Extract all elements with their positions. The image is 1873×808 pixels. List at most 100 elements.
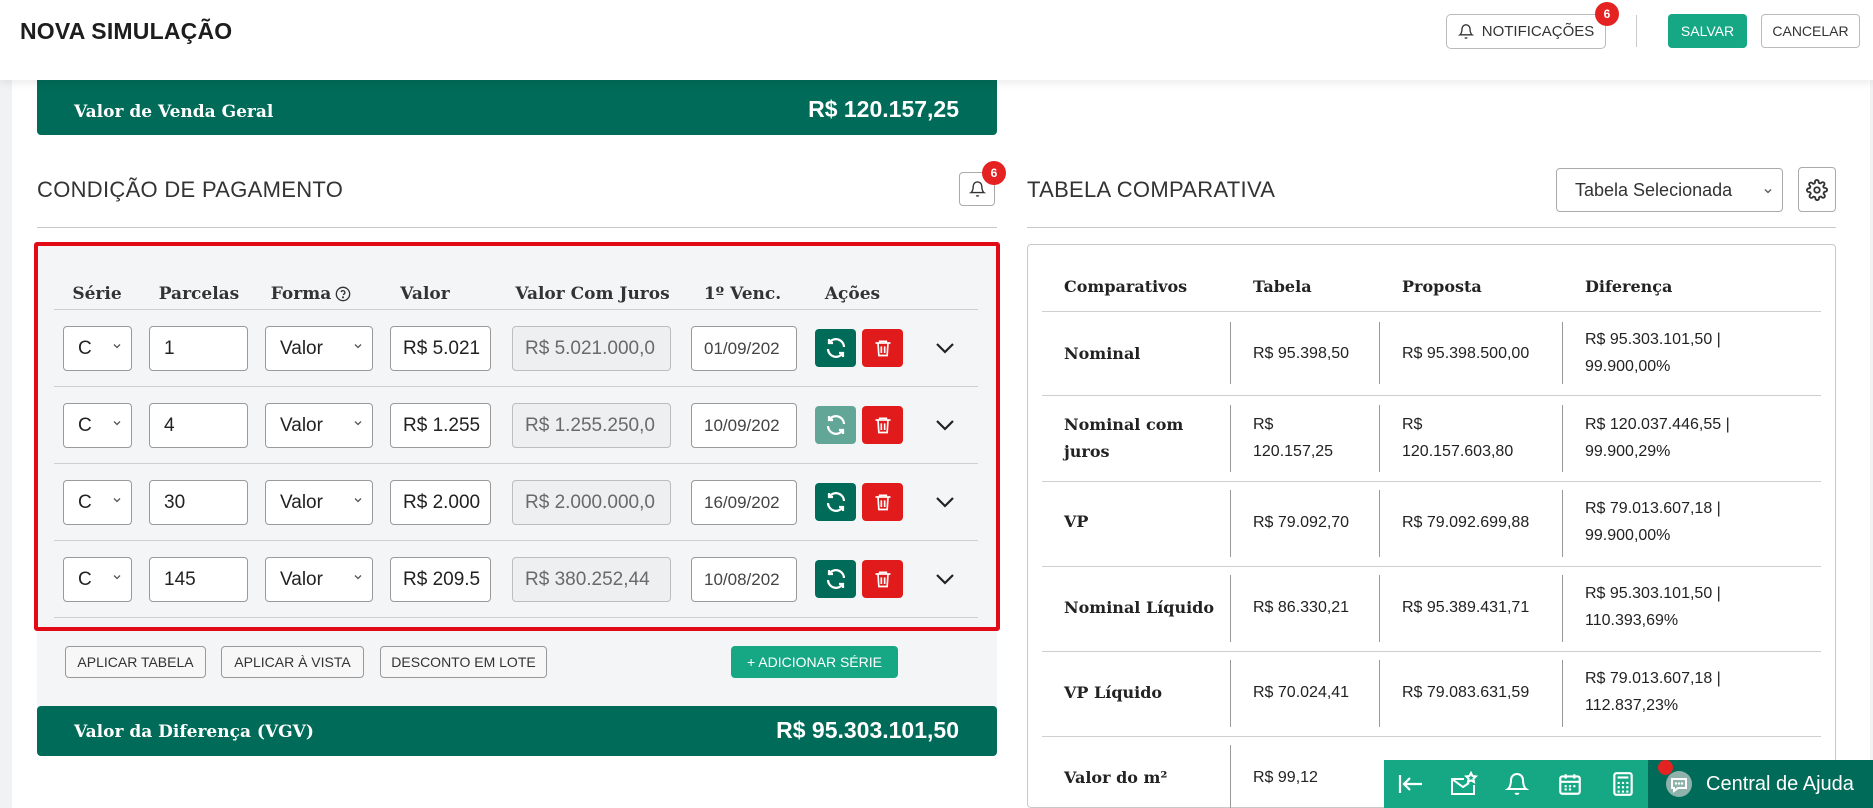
serie-value: C bbox=[78, 568, 92, 590]
batch-discount-button[interactable]: DESCONTO EM LOTE bbox=[380, 646, 547, 678]
vencimento-input[interactable]: 16/09/202 bbox=[691, 480, 797, 525]
cmp-proposta-line: 120.157.603,80 bbox=[1402, 443, 1514, 460]
cmp-col-divider bbox=[1230, 490, 1231, 557]
calculator-button[interactable] bbox=[1596, 760, 1649, 808]
cmp-tabela-line: R$ bbox=[1253, 416, 1274, 433]
row-divider bbox=[54, 540, 978, 541]
col-forma: Forma bbox=[263, 284, 359, 304]
parcelas-input[interactable]: 1 bbox=[149, 326, 248, 371]
valor-input[interactable]: R$ 1.255 bbox=[390, 403, 491, 448]
cmp-col-divider bbox=[1562, 322, 1563, 384]
col-forma-label: Forma bbox=[270, 284, 332, 304]
serie-select[interactable]: C bbox=[63, 326, 132, 371]
cmp-col-divider bbox=[1379, 575, 1380, 642]
section-divider bbox=[37, 227, 997, 228]
settings-button[interactable] bbox=[1798, 167, 1836, 212]
row-divider bbox=[54, 617, 978, 618]
apply-cash-button[interactable]: APLICAR À VISTA bbox=[221, 646, 364, 678]
save-button[interactable]: SALVAR bbox=[1668, 14, 1747, 48]
bell-icon bbox=[1457, 24, 1474, 39]
chevron-down-icon bbox=[113, 498, 121, 503]
chevron-down-icon[interactable] bbox=[934, 418, 956, 432]
col-valor: Valor bbox=[400, 284, 450, 304]
parcelas-input[interactable]: 30 bbox=[149, 480, 248, 525]
cmp-tabela: R$ 79.092,70 bbox=[1253, 509, 1349, 536]
cmp-col-divider bbox=[1230, 322, 1231, 384]
forma-select[interactable]: Valor bbox=[265, 557, 373, 602]
mail-star-icon bbox=[1450, 771, 1478, 795]
delete-button[interactable] bbox=[862, 560, 903, 598]
chevron-down-icon[interactable] bbox=[934, 572, 956, 586]
cmp-diferenca-line: R$ 79.013.607,18 | bbox=[1585, 500, 1721, 517]
payment-alerts-badge: 6 bbox=[982, 161, 1006, 185]
cmp-diferenca-line: 110.393,69% bbox=[1585, 612, 1679, 629]
notifications-toolbar-button[interactable] bbox=[1490, 760, 1543, 808]
chevron-down-icon bbox=[354, 498, 362, 503]
cmp-col-divider bbox=[1562, 660, 1563, 727]
delete-button[interactable] bbox=[862, 329, 903, 367]
valor-input[interactable]: R$ 5.021 bbox=[390, 326, 491, 371]
cmp-col-divider bbox=[1379, 490, 1380, 557]
cmp-tabela-line: R$ 99,12 bbox=[1253, 769, 1318, 786]
calculator-icon bbox=[1612, 772, 1633, 796]
cmp-proposta-line: R$ bbox=[1402, 416, 1423, 433]
row-divider bbox=[54, 463, 978, 464]
vencimento-input[interactable]: 10/08/202 bbox=[691, 557, 797, 602]
forma-select[interactable]: Valor bbox=[265, 480, 373, 525]
serie-select[interactable]: C bbox=[63, 480, 132, 525]
collapse-toolbar-button[interactable] bbox=[1384, 760, 1437, 808]
parcelas-input[interactable]: 4 bbox=[149, 403, 248, 448]
mail-star-button[interactable] bbox=[1437, 760, 1490, 808]
help-circle-icon[interactable] bbox=[335, 286, 351, 302]
cmp-col-comparativos: Comparativos bbox=[1064, 277, 1188, 296]
chevron-down-icon bbox=[113, 344, 121, 349]
valor-input[interactable]: R$ 2.000 bbox=[390, 480, 491, 525]
cmp-name-line: Nominal Líquido bbox=[1064, 598, 1215, 617]
refresh-button[interactable] bbox=[815, 329, 856, 367]
add-series-button[interactable]: + ADICIONAR SÉRIE bbox=[731, 646, 898, 678]
apply-table-button[interactable]: APLICAR TABELA bbox=[65, 646, 206, 678]
help-center-button[interactable]: Central de Ajuda bbox=[1648, 760, 1873, 808]
forma-value: Valor bbox=[280, 568, 323, 590]
serie-select[interactable]: C bbox=[63, 403, 132, 448]
forma-select[interactable]: Valor bbox=[265, 326, 373, 371]
cmp-diferenca: R$ 95.303.101,50 | 110.393,69% bbox=[1585, 580, 1721, 634]
serie-select[interactable]: C bbox=[63, 557, 132, 602]
cmp-name: Nominal Líquido bbox=[1064, 594, 1214, 621]
cmp-name-line: VP bbox=[1064, 512, 1089, 531]
cmp-tabela-line: R$ 95.398,50 bbox=[1253, 345, 1350, 362]
cmp-tabela-line: R$ 79.092,70 bbox=[1253, 514, 1350, 531]
delete-button[interactable] bbox=[862, 483, 903, 521]
cmp-col-divider bbox=[1230, 660, 1231, 727]
valor-input[interactable]: R$ 209.5 bbox=[390, 557, 491, 602]
chevron-down-icon[interactable] bbox=[934, 495, 956, 509]
cmp-proposta-line: R$ 79.092.699,88 bbox=[1402, 514, 1530, 531]
notifications-button[interactable]: NOTIFICAÇÕES bbox=[1446, 14, 1606, 49]
chevron-down-icon bbox=[354, 421, 362, 426]
cmp-diferenca-line: R$ 79.013.607,18 | bbox=[1585, 670, 1721, 687]
refresh-button[interactable] bbox=[815, 560, 856, 598]
calendar-button[interactable] bbox=[1543, 760, 1596, 808]
vencimento-input[interactable]: 01/09/202 bbox=[691, 326, 797, 371]
cmp-col-divider bbox=[1379, 405, 1380, 472]
table-select[interactable]: Tabela Selecionada bbox=[1556, 168, 1783, 212]
parcelas-input[interactable]: 145 bbox=[149, 557, 248, 602]
vencimento-input[interactable]: 10/09/202 bbox=[691, 403, 797, 448]
valor-juros-field: R$ 380.252,44 bbox=[512, 557, 671, 602]
cmp-tabela: R$ 120.157,25 bbox=[1253, 411, 1333, 465]
serie-value: C bbox=[78, 414, 92, 436]
difference-total-bar: Valor da Diferença (VGV) R$ 95.303.101,5… bbox=[37, 706, 997, 756]
cmp-diferenca-line: R$ 120.037.446,55 | bbox=[1585, 416, 1730, 433]
cancel-button[interactable]: CANCELAR bbox=[1761, 14, 1860, 48]
cmp-row-line bbox=[1042, 736, 1821, 737]
cmp-row-line bbox=[1042, 395, 1821, 396]
forma-select[interactable]: Valor bbox=[265, 403, 373, 448]
chevron-down-icon[interactable] bbox=[934, 341, 956, 355]
refresh-button[interactable] bbox=[815, 483, 856, 521]
sales-total-label: Valor de Venda Geral bbox=[74, 102, 274, 122]
refresh-button[interactable] bbox=[815, 406, 856, 444]
cmp-tabela: R$ 99,12 bbox=[1253, 764, 1318, 791]
cmp-col-divider bbox=[1230, 405, 1231, 472]
delete-button[interactable] bbox=[862, 406, 903, 444]
sales-total-value: R$ 120.157,25 bbox=[808, 96, 959, 122]
